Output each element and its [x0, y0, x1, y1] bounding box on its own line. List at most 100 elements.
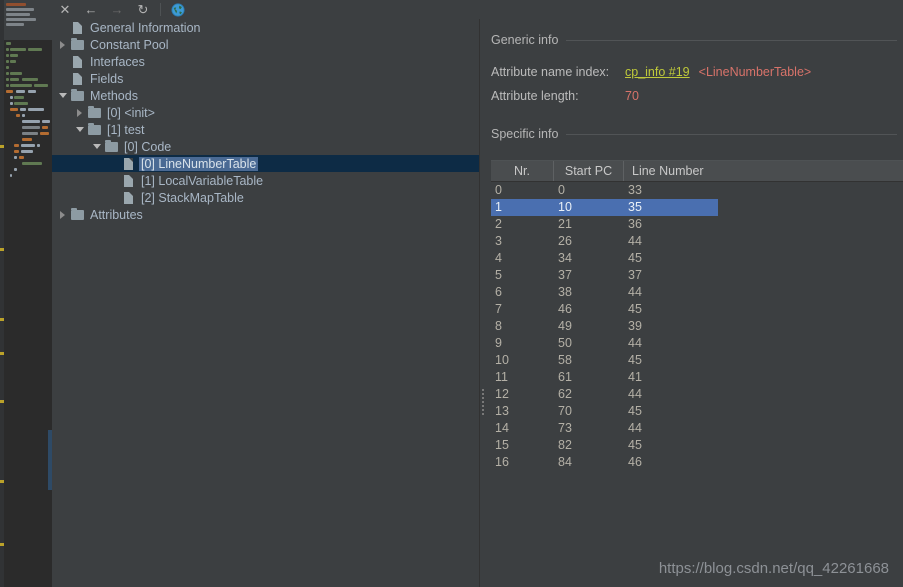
- table-row[interactable]: 0 0 33: [491, 182, 903, 199]
- cp-info-link[interactable]: cp_info #19: [625, 65, 690, 79]
- minimap-line: [10, 108, 18, 111]
- table-row[interactable]: 16 84 46: [491, 454, 903, 471]
- minimap-line: [6, 23, 24, 26]
- close-icon[interactable]: ✕: [52, 1, 78, 19]
- tree-item-0-code[interactable]: [0] Code: [52, 138, 479, 155]
- structure-tree[interactable]: General Information Constant Pool Interfac…: [52, 19, 479, 587]
- expander-triangle: [92, 144, 101, 149]
- splitter-grip-icon[interactable]: [482, 389, 484, 415]
- classfile-viewer-window: ✕ ← → ↻ General Information Constant Pool…: [0, 0, 903, 587]
- back-arrow-icon[interactable]: ←: [78, 1, 104, 19]
- editor-code-area: [4, 40, 52, 587]
- table-cell: 2: [495, 217, 502, 231]
- tree-item-methods[interactable]: Methods: [52, 87, 479, 104]
- line-number-table[interactable]: Nr. Start PC Line Number 0 0 33 1 10 35 2 21 36 3…: [491, 160, 903, 471]
- table-cell: 35: [624, 199, 718, 216]
- tree-item-label: Fields: [90, 71, 124, 86]
- document-icon-glyph: [72, 55, 82, 68]
- minimap-line: [10, 54, 18, 57]
- tree-item-interfaces[interactable]: Interfaces: [52, 53, 479, 70]
- table-cell: 58: [558, 353, 572, 367]
- specific-info-title: Specific info: [491, 127, 559, 141]
- table-cell: 4: [495, 251, 502, 265]
- chevron-down-icon[interactable]: [90, 138, 103, 155]
- folder-icon-glyph: [87, 122, 101, 135]
- section-rule: [566, 133, 897, 135]
- tree-item-0-init[interactable]: [0] <init>: [52, 104, 479, 121]
- table-row[interactable]: 4 34 45: [491, 250, 903, 267]
- table-row[interactable]: 5 37 37: [491, 267, 903, 284]
- tree-item-general-information[interactable]: General Information: [52, 19, 479, 36]
- table-row[interactable]: 1 10 35: [491, 199, 903, 216]
- table-cell: 10: [554, 199, 624, 216]
- minimap-line: [34, 84, 48, 87]
- document-icon-glyph: [72, 72, 82, 85]
- table-row[interactable]: 10 58 45: [491, 352, 903, 369]
- folder-icon: [103, 138, 119, 155]
- table-row[interactable]: 11 61 41: [491, 369, 903, 386]
- table-cell: 7: [495, 302, 502, 316]
- table-cell: 45: [628, 251, 642, 265]
- table-header-row: Nr. Start PC Line Number: [491, 161, 903, 182]
- table-cell: 9: [495, 336, 502, 350]
- document-icon-glyph: [123, 191, 133, 204]
- document-icon: [69, 19, 85, 36]
- forward-arrow-icon[interactable]: →: [104, 1, 130, 19]
- folder-icon-glyph: [70, 37, 84, 50]
- table-row[interactable]: 14 73 44: [491, 420, 903, 437]
- tree-item-label: Constant Pool: [90, 37, 169, 52]
- folder-icon: [69, 36, 85, 53]
- table-cell: 84: [558, 455, 572, 469]
- table-row[interactable]: 7 46 45: [491, 301, 903, 318]
- tree-item-1-localvariabletable[interactable]: [1] LocalVariableTable: [52, 172, 479, 189]
- tree-item-constant-pool[interactable]: Constant Pool: [52, 36, 479, 53]
- tree-item-1-test[interactable]: [1] test: [52, 121, 479, 138]
- table-row[interactable]: 2 21 36: [491, 216, 903, 233]
- table-row[interactable]: 3 26 44: [491, 233, 903, 250]
- table-cell: 44: [628, 336, 642, 350]
- table-row[interactable]: 13 70 45: [491, 403, 903, 420]
- attribute-name-index-value: <LineNumberTable>: [698, 65, 812, 79]
- column-header-start-pc[interactable]: Start PC: [554, 161, 624, 181]
- toolbar: ✕ ← → ↻: [52, 0, 903, 20]
- minimap-line: [14, 102, 28, 105]
- table-row[interactable]: 6 38 44: [491, 284, 903, 301]
- folder-icon-glyph: [70, 207, 84, 220]
- table-row[interactable]: 8 49 39: [491, 318, 903, 335]
- table-cell: 44: [628, 387, 642, 401]
- specific-info-section-header: Specific info: [491, 125, 897, 143]
- chevron-down-icon[interactable]: [56, 87, 69, 104]
- tree-item-0-linenumbertable[interactable]: [0] LineNumberTable: [52, 155, 479, 172]
- chevron-down-icon[interactable]: [73, 121, 86, 138]
- table-cell: 73: [558, 421, 572, 435]
- tree-item-attributes[interactable]: Attributes: [52, 206, 479, 223]
- table-row[interactable]: 9 50 44: [491, 335, 903, 352]
- chevron-right-icon[interactable]: [56, 36, 69, 53]
- chevron-right-icon[interactable]: [56, 206, 69, 223]
- minimap-line: [10, 174, 12, 177]
- document-icon: [120, 155, 136, 172]
- tree-item-2-stackmaptable[interactable]: [2] StackMapTable: [52, 189, 479, 206]
- minimap-line: [16, 90, 25, 93]
- minimap-line: [6, 66, 9, 69]
- folder-icon: [69, 87, 85, 104]
- minimap-line: [16, 114, 20, 117]
- table-cell: 70: [558, 404, 572, 418]
- minimap-line: [6, 84, 9, 87]
- table-row[interactable]: 12 62 44: [491, 386, 903, 403]
- table-row[interactable]: 15 82 45: [491, 437, 903, 454]
- globe-icon[interactable]: [165, 1, 191, 19]
- chevron-right-icon[interactable]: [73, 104, 86, 121]
- background-code-editor: [0, 0, 52, 587]
- column-header-line-number[interactable]: Line Number: [624, 161, 903, 181]
- attribute-length-value: 70: [625, 89, 639, 103]
- watermark: https://blog.csdn.net/qq_42261668: [658, 560, 889, 577]
- table-cell: 38: [558, 285, 572, 299]
- tree-item-fields[interactable]: Fields: [52, 70, 479, 87]
- column-header-nr[interactable]: Nr.: [491, 161, 554, 181]
- editor-tab-strip: [4, 0, 52, 40]
- reload-icon[interactable]: ↻: [130, 1, 156, 19]
- attribute-length-label: Attribute length:: [491, 89, 579, 103]
- folder-icon-glyph: [70, 88, 84, 101]
